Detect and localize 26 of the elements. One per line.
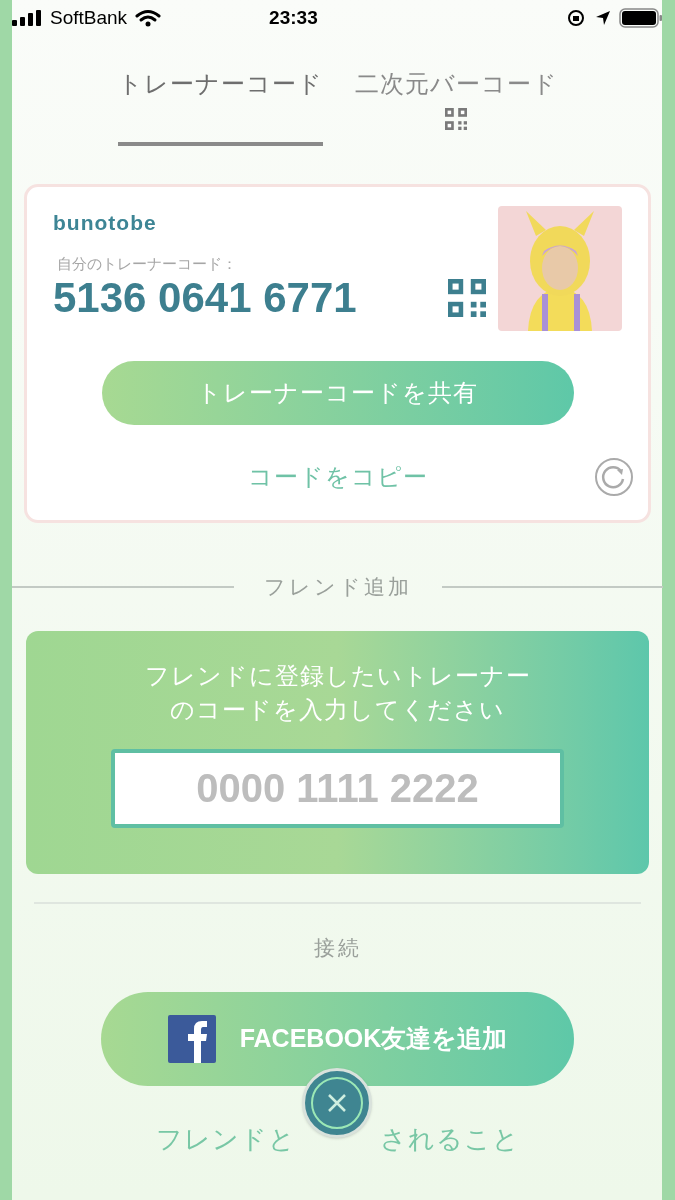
rotation-lock-icon <box>567 9 585 27</box>
logo-icon <box>167 1015 216 1063</box>
qr-code-icon <box>445 108 467 130</box>
section-title: 接続 <box>313 934 362 961</box>
section-title: フレンド追加 <box>263 574 412 600</box>
battery-icon <box>619 8 663 28</box>
friend-link-text[interactable]: フレンドと <box>155 1120 296 1159</box>
trainer-code: 5136 0641 6771 <box>53 277 357 319</box>
instruction-text: フレンドに登録したいトレーナーのコードを入力してください <box>143 660 532 725</box>
clock-time: 23:33 <box>269 5 318 30</box>
facebook-button[interactable]: FACEBOOK友達を追加 <box>101 992 574 1086</box>
username: bunotobe <box>53 210 158 236</box>
location-arrow-icon <box>595 10 611 26</box>
copy-link[interactable]: コードをコピー <box>247 459 428 495</box>
tab[interactable]: 二次元バーコード <box>354 66 558 146</box>
tab[interactable]: トレーナーコード <box>117 66 323 146</box>
qr-code-icon <box>448 279 486 317</box>
refresh-icon[interactable] <box>594 457 634 497</box>
signal-icon <box>12 10 42 26</box>
share-button[interactable]: トレーナーコードを共有 <box>101 361 574 425</box>
code-label: 自分のトレーナーコード： <box>57 253 238 274</box>
carrier-name: SoftBank <box>50 5 128 30</box>
friend-link-text[interactable]: されること <box>379 1120 520 1159</box>
close-icon <box>310 1076 364 1130</box>
wifi-icon <box>135 9 162 27</box>
code-input-field[interactable]: 0000 1111 2222 <box>111 748 564 828</box>
